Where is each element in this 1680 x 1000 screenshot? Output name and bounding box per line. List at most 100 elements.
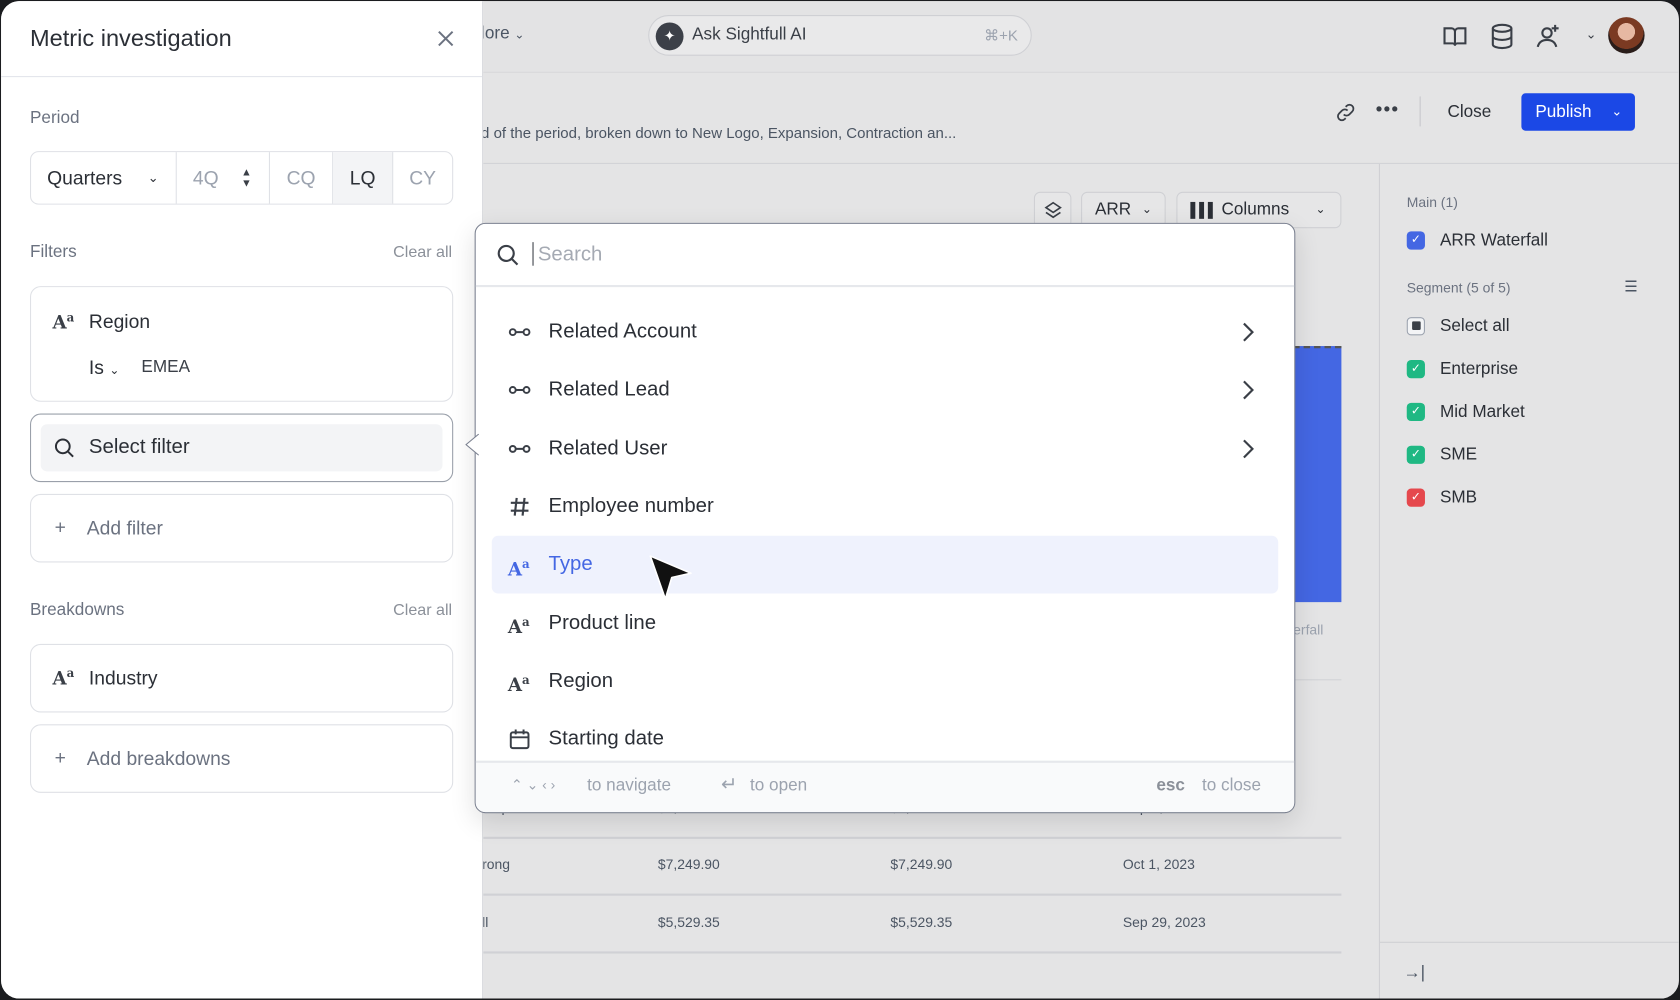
chevron-right-icon[interactable] [1240, 377, 1257, 403]
main-item-arr-waterfall[interactable]: ✓ ARR Waterfall [1406, 231, 1548, 252]
select-filter-field[interactable]: Select filter [29, 413, 454, 483]
plus-icon: + [54, 516, 66, 538]
number-icon [508, 495, 532, 519]
table-cell-col2: $5,529.35 [657, 913, 720, 930]
add-breakdowns-button[interactable]: + Add breakdowns [29, 724, 454, 793]
preset-cq[interactable]: CQ [270, 152, 334, 204]
segment-item-smb[interactable]: ✓ SMB [1406, 488, 1478, 510]
segment-item-mid-market[interactable]: ✓ Mid Market [1406, 403, 1525, 424]
segment-select-all[interactable]: Select all [1406, 317, 1510, 338]
chevron-down-icon[interactable]: ⌄ [1586, 27, 1597, 42]
metric-select-value: ARR [1094, 200, 1132, 219]
segment-item-sme[interactable]: ✓ SME [1406, 445, 1478, 467]
filter-operator-select[interactable]: Is ⌄ [89, 357, 119, 379]
dropdown-search-input[interactable] [535, 237, 1183, 273]
explore-menu-label: lore [481, 24, 510, 43]
add-breakdowns-label: Add breakdowns [86, 747, 231, 770]
segment-label: SME [1439, 445, 1478, 464]
search-icon [497, 244, 519, 266]
collapse-panel-icon[interactable]: →| [1404, 964, 1426, 983]
publish-button[interactable]: Publish ⌄ [1521, 93, 1635, 131]
relation-icon [508, 437, 532, 461]
chevron-right-icon[interactable] [1240, 319, 1257, 345]
filters-clear-all[interactable]: Clear all [393, 243, 452, 261]
sort-icon[interactable]: ☰ [1624, 277, 1637, 295]
breakdown-card-industry[interactable]: Aa Industry [29, 643, 454, 713]
dropdown-item-related-lead[interactable]: Related Lead [492, 361, 1278, 419]
dropdown-item-label: Region [548, 669, 614, 692]
dropdown-item-label: Related Account [548, 320, 697, 343]
dropdown-item-starting-date[interactable]: Starting date [492, 710, 1278, 768]
dropdown-item-product-line[interactable]: Aa Product line [492, 594, 1278, 652]
checkbox-indeterminate-icon[interactable] [1406, 317, 1425, 336]
dropdown-item-employee-number[interactable]: Employee number [492, 478, 1278, 536]
chart-bar[interactable] [1293, 346, 1342, 603]
filter-card-region[interactable]: Aa Region Is ⌄ EMEA [29, 286, 454, 402]
divider [1419, 96, 1421, 127]
dropdown-item-type[interactable]: Aa Type [491, 535, 1279, 594]
dropdown-item-region[interactable]: Aa Region [492, 652, 1278, 710]
dropdown-item-related-user[interactable]: Related User [492, 420, 1278, 478]
chevron-down-icon: ⌄ [147, 170, 159, 186]
checkbox-checked-icon[interactable]: ✓ [1406, 445, 1425, 465]
breakdown-field: Industry [88, 667, 158, 689]
checkbox-checked-icon[interactable]: ✓ [1406, 488, 1425, 508]
database-icon[interactable] [1488, 22, 1516, 50]
app-window: lore ⌄ ✦ Ask Sightfull AI ⌘+K ⌄ d of the… [0, 0, 1680, 1000]
preset-lq[interactable]: LQ [333, 152, 394, 204]
preset-cy[interactable]: CY [393, 152, 452, 203]
table-cell-date: Sep 29, 2023 [1122, 913, 1206, 930]
period-count-stepper[interactable]: 4Q ▲ ▼ [177, 152, 270, 204]
period-selector: Quarters ⌄ 4Q ▲ ▼ CQ LQ CY [29, 151, 454, 205]
dropdown-item-label: Type [548, 553, 593, 576]
close-icon[interactable] [434, 27, 458, 51]
close-button[interactable]: Close [1437, 94, 1502, 130]
avatar[interactable] [1608, 17, 1645, 54]
ask-ai-search[interactable]: ✦ Ask Sightfull AI ⌘+K [648, 14, 1032, 56]
add-filter-button[interactable]: + Add filter [29, 493, 454, 563]
dropdown-item-label: Related User [548, 436, 668, 460]
segment-label: Enterprise [1439, 359, 1519, 379]
segment-item-enterprise[interactable]: ✓ Enterprise [1406, 359, 1519, 381]
text-icon: Aa [507, 615, 530, 639]
link-icon[interactable] [1334, 101, 1358, 125]
table-cell-col3: $5,529.35 [890, 913, 953, 930]
select-all-label: Select all [1439, 317, 1510, 336]
metric-investigation-panel: Metric investigation Period Quarters ⌄ 4Q… [1, 1, 484, 999]
filter-field-dropdown: Related Account Related Lead Related User E… [474, 222, 1296, 814]
right-panel: Main (1) ✓ ARR Waterfall Segment (5 of 5)… [1378, 163, 1679, 999]
view-select-value: Columns [1221, 200, 1290, 219]
publish-label: Publish [1535, 102, 1592, 122]
explore-menu[interactable]: lore ⌄ [481, 25, 524, 44]
dropdown-item-related-account[interactable]: Related Account [492, 303, 1278, 361]
segment-label: SMB [1439, 488, 1478, 507]
checkbox-checked-icon[interactable]: ✓ [1406, 231, 1425, 250]
chart-x-label: erfall [1293, 621, 1324, 638]
esc-key: esc [1156, 776, 1185, 795]
table-row[interactable]: rong $7,249.90 $7,249.90 Oct 1, 2023 [482, 837, 1342, 896]
filter-value[interactable]: EMEA [141, 358, 190, 377]
segment-heading: Segment (5 of 5) [1406, 279, 1511, 296]
add-user-icon[interactable] [1534, 22, 1562, 50]
breakdowns-clear-all[interactable]: Clear all [393, 601, 452, 619]
checkbox-checked-icon[interactable]: ✓ [1406, 360, 1425, 379]
granularity-select[interactable]: Quarters ⌄ [31, 152, 177, 204]
stepper-icon[interactable]: ▲ ▼ [241, 168, 252, 189]
checkbox-checked-icon[interactable]: ✓ [1406, 403, 1425, 422]
divider [1, 76, 483, 78]
table-cell-name: rong [482, 856, 511, 873]
dropdown-item-label: Related Lead [548, 378, 670, 402]
book-icon[interactable] [1441, 22, 1469, 50]
text-type-icon: Aa [52, 310, 75, 334]
dropdown-item-label: Starting date [548, 727, 665, 751]
table-cell-col3: $7,249.90 [890, 856, 953, 873]
search-icon [54, 438, 74, 458]
table-row[interactable]: ll $5,529.35 $5,529.35 Sep 29, 2023 [482, 895, 1342, 954]
chevron-right-icon[interactable] [1240, 436, 1257, 462]
dropdown-item-label: Product line [548, 611, 657, 634]
main-heading: Main (1) [1406, 193, 1458, 210]
table-cell-col2: $7,249.90 [657, 856, 720, 873]
more-options-icon[interactable]: ••• [1376, 99, 1399, 121]
select-filter-input[interactable]: Select filter [40, 424, 443, 472]
bar-chart-icon: ▌▌▌ [1190, 201, 1217, 218]
